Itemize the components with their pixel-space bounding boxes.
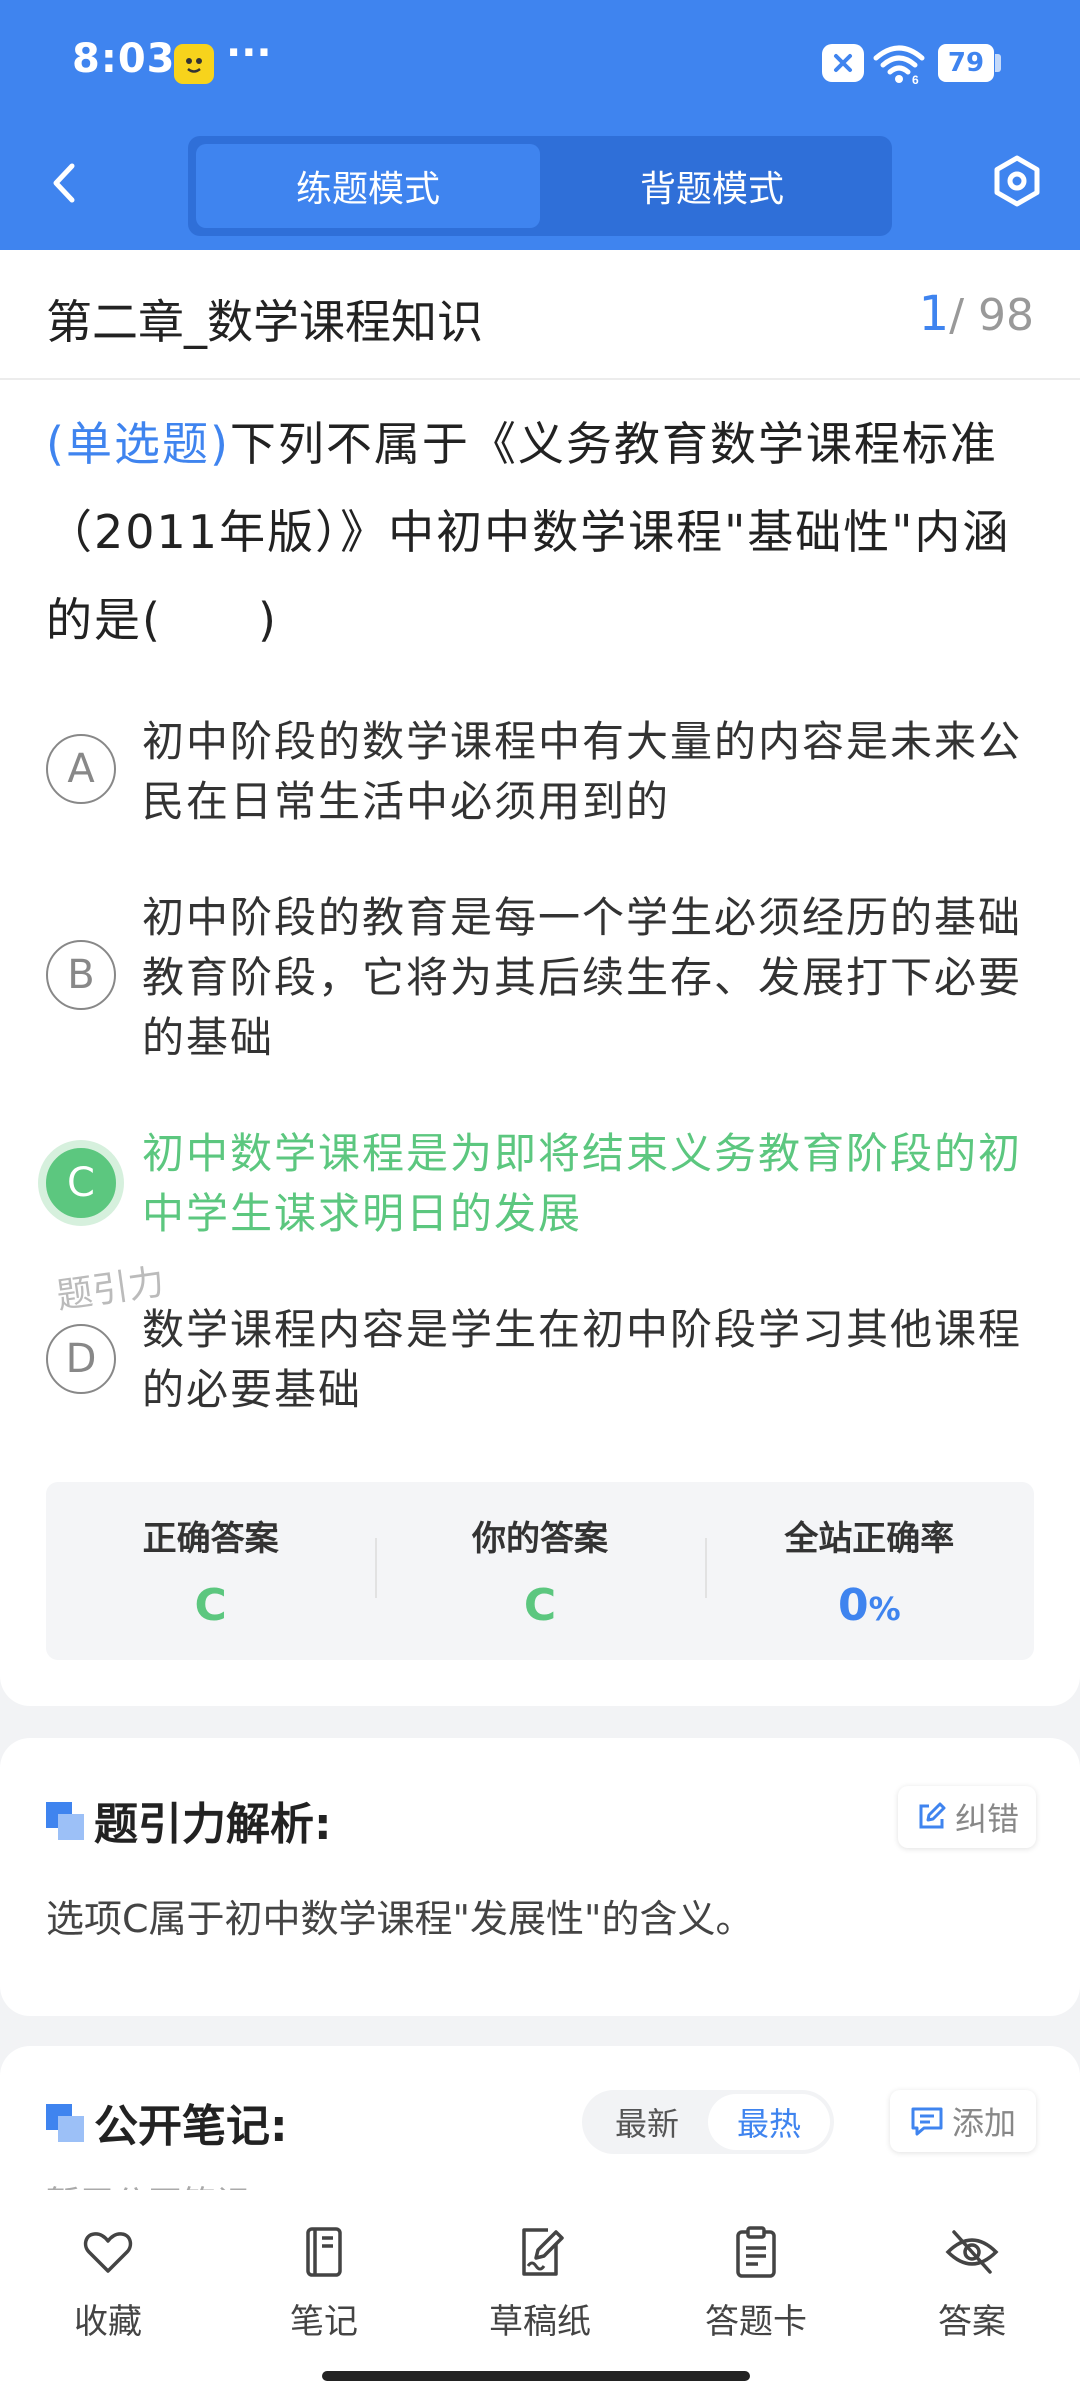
option-d[interactable]: D 数学课程内容是学生在初中阶段学习其他课程的必要基础 xyxy=(46,1300,1036,1420)
bottom-toolbar: 收藏 笔记 草稿纸 答题卡 答案 xyxy=(0,2190,1080,2400)
more-notifications-icon: ··· xyxy=(226,30,272,76)
status-bar: 8:03 ··· 6 79 xyxy=(0,0,1080,125)
accuracy-rate-block: 全站正确率 0% xyxy=(704,1482,1034,1660)
section-square-icon xyxy=(46,2104,84,2142)
analysis-card: 题引力解析: 纠错 选项C属于初中数学课程"发展性"的含义。 xyxy=(0,1738,1080,2016)
wifi-icon: 6 xyxy=(873,45,925,84)
question-progress: 1/ 98 xyxy=(919,286,1034,342)
option-letter: D xyxy=(46,1324,116,1394)
settings-hexagon-icon[interactable] xyxy=(990,154,1044,208)
question-stem: (单选题)下列不属于《义务教育数学课程标准（2011年版）》中初中数学课程"基础… xyxy=(46,400,1036,664)
eye-off-icon xyxy=(945,2230,999,2274)
tab-practice-mode[interactable]: 练题模式 xyxy=(196,144,540,228)
sort-newest-tab[interactable]: 最新 xyxy=(586,2094,708,2150)
correct-answer-block: 正确答案 C xyxy=(46,1482,375,1660)
section-square-icon xyxy=(46,1802,84,1840)
nav-notes[interactable]: 笔记 xyxy=(216,2190,432,2400)
accuracy-rate-value: 0% xyxy=(838,1580,901,1631)
nav-answer-sheet[interactable]: 答题卡 xyxy=(648,2190,864,2400)
option-b[interactable]: B 初中阶段的教育是每一个学生必须经历的基础教育阶段，它将为其后续生存、发展打下… xyxy=(46,888,1036,1068)
analysis-title: 题引力解析: xyxy=(94,1799,332,1850)
back-arrow-icon[interactable] xyxy=(40,158,90,208)
home-indicator[interactable] xyxy=(322,2371,750,2381)
option-letter: C xyxy=(46,1148,116,1218)
option-a[interactable]: A 初中阶段的数学课程中有大量的内容是未来公民在日常生活中必须用到的 xyxy=(46,712,1036,832)
heart-icon xyxy=(83,2232,133,2273)
question-type: (单选题) xyxy=(46,417,230,471)
report-error-label: 纠错 xyxy=(954,1800,1019,1838)
battery-indicator: 79 xyxy=(938,44,994,82)
no-sim-icon xyxy=(822,44,864,82)
question-card: 第二章_数学课程知识 1/ 98 (单选题)下列不属于《义务教育数学课程标准（2… xyxy=(0,250,1080,1706)
your-answer-value: C xyxy=(523,1580,557,1631)
correct-answer-label: 正确答案 xyxy=(142,1519,279,1559)
your-answer-label: 你的答案 xyxy=(471,1519,608,1559)
notes-title: 公开笔记: xyxy=(94,2101,288,2152)
option-c[interactable]: C 初中数学课程是为即将结束义务教育阶段的初中学生谋求明日的发展 xyxy=(46,1124,1036,1244)
notebook-icon xyxy=(306,2227,342,2277)
analysis-text: 选项C属于初中数学课程"发展性"的含义。 xyxy=(46,1897,754,1941)
option-letter: B xyxy=(46,940,116,1010)
mode-toggle: 练题模式 背题模式 xyxy=(188,136,892,236)
accuracy-rate-label: 全站正确率 xyxy=(784,1519,955,1559)
answer-summary: 正确答案 C 你的答案 C 全站正确率 0% xyxy=(46,1482,1034,1660)
sort-hottest-tab[interactable]: 最热 xyxy=(708,2094,830,2150)
status-time: 8:03 xyxy=(72,36,176,82)
chapter-title: 第二章_数学课程知识 xyxy=(46,295,483,349)
nav-label: 笔记 xyxy=(290,2302,358,2342)
nav-label: 草稿纸 xyxy=(489,2302,591,2342)
option-text: 初中阶段的教育是每一个学生必须经历的基础教育阶段，它将为其后续生存、发展打下必要… xyxy=(142,893,1023,1062)
accuracy-rate-number: 0 xyxy=(837,1580,869,1631)
draft-icon xyxy=(522,2228,564,2276)
add-note-label: 添加 xyxy=(951,2104,1016,2142)
clipboard-icon xyxy=(736,2226,776,2278)
correct-answer-value: C xyxy=(194,1580,227,1631)
nav-label: 收藏 xyxy=(74,2302,142,2342)
option-text: 数学课程内容是学生在初中阶段学习其他课程的必要基础 xyxy=(142,1305,1023,1414)
nav-label: 答题卡 xyxy=(705,2302,807,2342)
svg-text:6: 6 xyxy=(912,73,919,84)
comment-icon xyxy=(911,2107,943,2136)
app-notification-icon xyxy=(174,44,214,84)
nav-draft[interactable]: 草稿纸 xyxy=(432,2190,648,2400)
nav-show-answer[interactable]: 答案 xyxy=(864,2190,1080,2400)
option-text: 初中阶段的数学课程中有大量的内容是未来公民在日常生活中必须用到的 xyxy=(142,717,1023,826)
chapter-row: 第二章_数学课程知识 1/ 98 xyxy=(0,250,1080,380)
nav-favorite[interactable]: 收藏 xyxy=(0,2190,216,2400)
option-letter: A xyxy=(46,734,116,804)
battery-tip xyxy=(995,54,1001,72)
your-answer-block: 你的答案 C xyxy=(375,1482,704,1660)
tab-memorize-mode[interactable]: 背题模式 xyxy=(540,144,884,228)
accuracy-rate-unit: % xyxy=(868,1590,901,1628)
report-error-button[interactable]: 纠错 xyxy=(898,1786,1036,1848)
app-header: 8:03 ··· 6 79 练题模式 背题模式 xyxy=(0,0,1080,250)
option-text: 初中数学课程是为即将结束义务教育阶段的初中学生谋求明日的发展 xyxy=(142,1129,1023,1238)
current-question-number: 1 xyxy=(918,286,950,342)
nav-label: 答案 xyxy=(938,2302,1006,2342)
add-note-button[interactable]: 添加 xyxy=(890,2090,1036,2152)
total-questions: / 98 xyxy=(949,290,1034,341)
notes-sort-toggle: 最新 最热 xyxy=(582,2090,834,2154)
edit-icon xyxy=(919,1802,946,1829)
